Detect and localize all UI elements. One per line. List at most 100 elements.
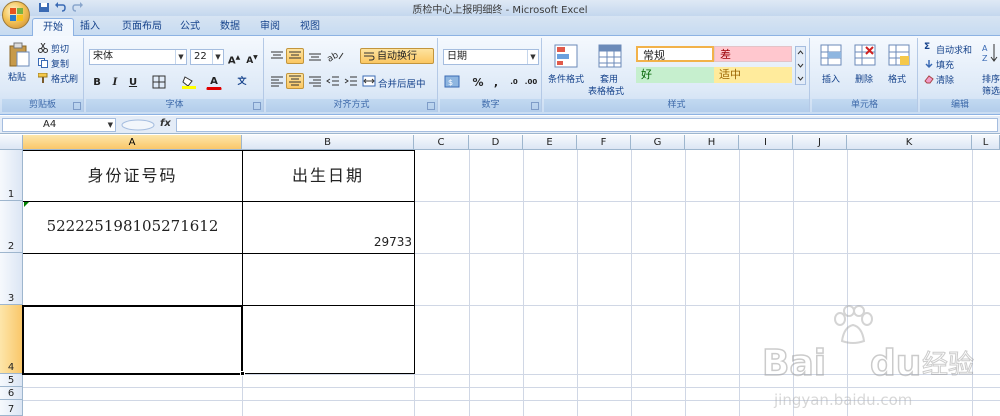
worksheet-grid[interactable]: A B C D E F G H I J K L 1 2 3 4 5 6 7 身份…	[0, 135, 1000, 416]
chevron-down-icon[interactable]: ▼	[212, 50, 223, 64]
decrease-indent-icon[interactable]	[326, 75, 340, 87]
font-name-combo[interactable]: 宋体 ▼	[89, 49, 187, 65]
align-middle-button[interactable]	[286, 48, 304, 64]
alignment-launcher[interactable]	[427, 102, 435, 110]
format-painter-icon[interactable]	[38, 73, 48, 83]
clipboard-launcher[interactable]	[73, 102, 81, 110]
cell-b1[interactable]: 出生日期	[242, 162, 414, 186]
formula-resize-handle[interactable]	[120, 119, 156, 131]
decrease-decimal-icon[interactable]: .00	[523, 74, 539, 90]
font-launcher[interactable]	[253, 102, 261, 110]
undo-icon[interactable]	[54, 2, 66, 13]
font-size-combo[interactable]: 22 ▼	[190, 49, 224, 65]
select-all-button[interactable]	[0, 135, 23, 150]
tab-view[interactable]: 视图	[290, 18, 330, 36]
orientation-icon[interactable]: ab	[326, 49, 344, 63]
comma-style-icon[interactable]: ,	[488, 74, 504, 90]
chevron-down-icon[interactable]: ▼	[527, 50, 538, 64]
tab-page-layout[interactable]: 页面布局	[112, 18, 172, 36]
format-as-table-button-line2[interactable]: 表格格式	[588, 84, 624, 97]
col-header-c[interactable]: C	[414, 135, 469, 150]
error-indicator-icon[interactable]	[24, 202, 29, 207]
col-header-a[interactable]: A	[23, 135, 242, 150]
eraser-icon[interactable]	[924, 74, 934, 84]
cell-b2[interactable]: 29733	[242, 235, 412, 249]
name-box[interactable]: A4 ▼	[2, 118, 116, 132]
row-header-4[interactable]: 4	[0, 305, 23, 374]
col-header-g[interactable]: G	[631, 135, 685, 150]
conditional-formatting-icon[interactable]	[554, 44, 578, 70]
percent-icon[interactable]: %	[470, 74, 486, 90]
paste-button[interactable]: 粘贴	[8, 70, 26, 83]
number-format-combo[interactable]: 日期 ▼	[443, 49, 539, 65]
save-icon[interactable]	[38, 2, 50, 13]
align-bottom-icon[interactable]	[308, 50, 322, 62]
accounting-icon[interactable]: $	[444, 75, 460, 88]
col-header-b[interactable]: B	[242, 135, 414, 150]
increase-decimal-icon[interactable]: .0	[506, 74, 522, 90]
cell-a2[interactable]: 522225198105271612	[23, 217, 242, 235]
increase-indent-icon[interactable]	[344, 75, 358, 87]
tab-insert[interactable]: 插入	[70, 18, 110, 36]
col-header-j[interactable]: J	[793, 135, 847, 150]
underline-icon[interactable]: U	[125, 74, 141, 90]
row-header-5[interactable]: 5	[0, 374, 23, 387]
row-header-2[interactable]: 2	[0, 201, 23, 253]
col-header-i[interactable]: I	[739, 135, 793, 150]
redo-icon[interactable]	[72, 2, 84, 13]
autosum-button[interactable]: 自动求和	[936, 43, 972, 56]
merge-center-button[interactable]: 合并后居中	[378, 76, 426, 90]
style-good[interactable]: 好	[636, 67, 714, 83]
col-header-k[interactable]: K	[847, 135, 972, 150]
tab-review[interactable]: 审阅	[250, 18, 290, 36]
align-top-icon[interactable]	[270, 50, 284, 62]
row-header-3[interactable]: 3	[0, 253, 23, 305]
paste-icon[interactable]	[8, 42, 30, 68]
delete-cells-icon[interactable]	[854, 44, 876, 66]
col-header-e[interactable]: E	[523, 135, 577, 150]
fill-button[interactable]: 填充	[936, 58, 954, 71]
col-header-f[interactable]: F	[577, 135, 631, 150]
align-left-icon[interactable]	[270, 75, 284, 87]
style-normal[interactable]: 常规	[636, 46, 714, 62]
cut-button[interactable]: 剪切	[51, 42, 69, 55]
sigma-icon[interactable]: Σ	[924, 42, 930, 52]
align-right-icon[interactable]	[308, 75, 322, 87]
row-header-6[interactable]: 6	[0, 387, 23, 400]
style-bad[interactable]: 差	[714, 46, 792, 62]
fill-down-icon[interactable]	[924, 59, 934, 69]
format-cells-button[interactable]: 格式	[888, 72, 906, 85]
format-as-table-icon[interactable]	[598, 44, 622, 70]
fill-handle[interactable]	[240, 371, 245, 376]
cut-icon[interactable]	[38, 43, 48, 53]
col-header-h[interactable]: H	[685, 135, 739, 150]
align-center-button[interactable]	[286, 73, 304, 89]
office-button[interactable]	[2, 1, 30, 29]
styles-scroll-icon[interactable]	[795, 46, 806, 85]
fill-color-icon[interactable]	[182, 75, 196, 89]
sort-filter-icon[interactable]: AZ	[982, 42, 1000, 64]
bold-icon[interactable]: B	[89, 74, 105, 90]
col-header-d[interactable]: D	[469, 135, 523, 150]
tab-data[interactable]: 数据	[210, 18, 250, 36]
number-launcher[interactable]	[531, 102, 539, 110]
tab-home[interactable]: 开始	[32, 18, 74, 36]
merge-center-icon[interactable]	[362, 75, 376, 87]
wrap-text-button[interactable]: 自动换行	[360, 48, 434, 64]
insert-function-icon[interactable]: fx	[160, 118, 171, 129]
grow-font-icon[interactable]: A▲	[226, 49, 242, 66]
chevron-down-icon[interactable]: ▼	[175, 50, 186, 64]
conditional-formatting-button[interactable]: 条件格式	[548, 72, 584, 85]
active-cell-a4[interactable]	[22, 305, 243, 375]
phonetic-icon[interactable]: 文	[234, 74, 250, 90]
italic-icon[interactable]: I	[107, 74, 123, 90]
shrink-font-icon[interactable]: A▼	[244, 49, 260, 66]
delete-cells-button[interactable]: 删除	[855, 72, 873, 85]
copy-button[interactable]: 复制	[51, 57, 69, 70]
copy-icon[interactable]	[38, 58, 48, 68]
row-header-1[interactable]: 1	[0, 150, 23, 201]
insert-cells-icon[interactable]	[820, 44, 842, 66]
cell-a1[interactable]: 身份证号码	[23, 162, 242, 186]
format-cells-icon[interactable]	[888, 44, 910, 66]
row-header-7[interactable]: 7	[0, 400, 23, 416]
